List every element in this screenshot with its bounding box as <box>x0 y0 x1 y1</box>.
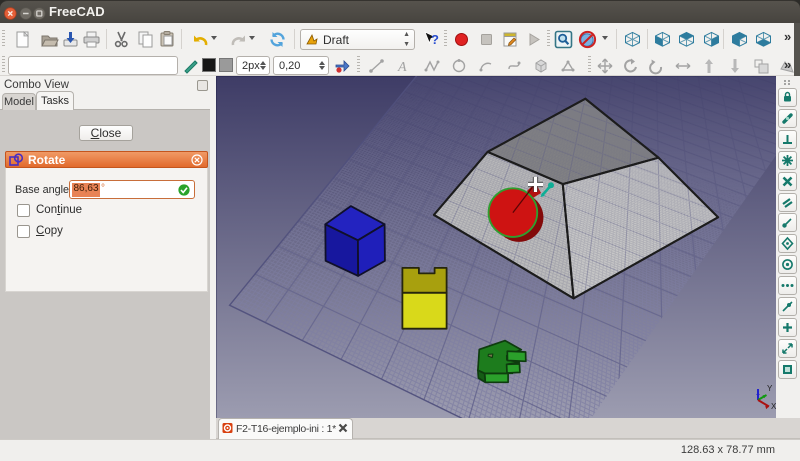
svg-text:?: ? <box>431 32 439 47</box>
svg-text:A: A <box>397 60 407 75</box>
svg-text:Y: Y <box>767 384 773 393</box>
